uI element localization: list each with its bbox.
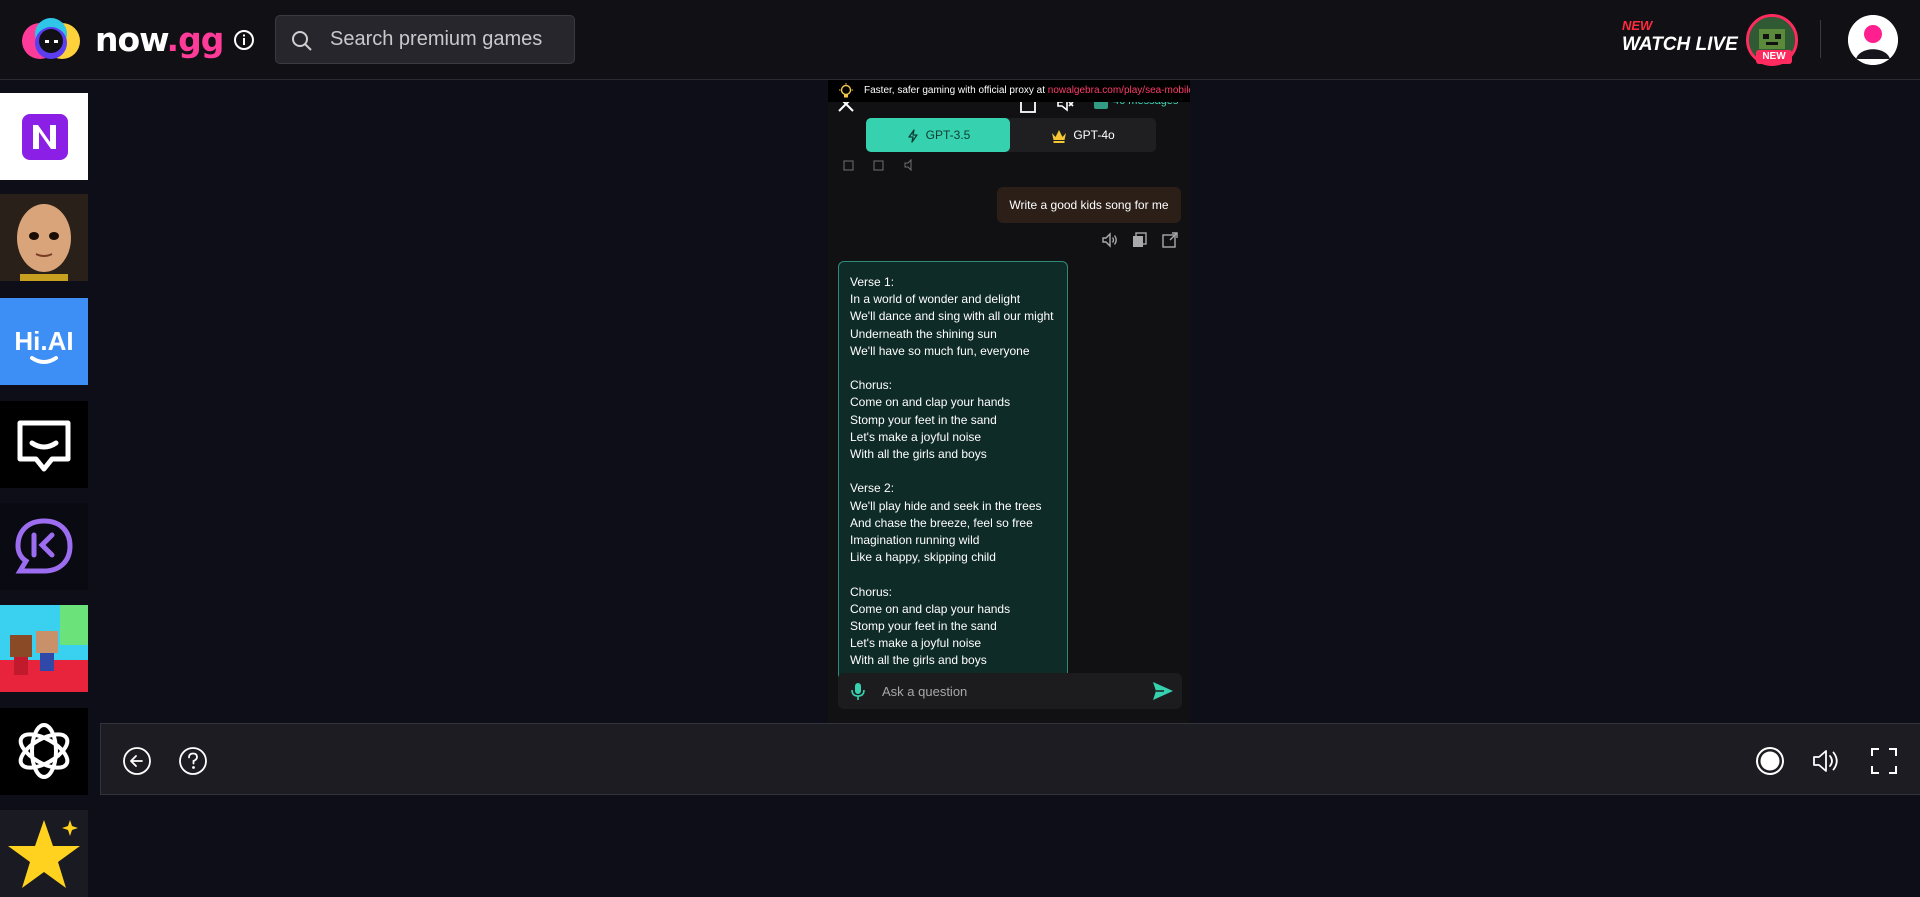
star-icon	[0, 810, 88, 897]
brand-gg: gg	[178, 20, 224, 59]
record-icon[interactable]	[1754, 745, 1786, 777]
assistant-message-text: Verse 1: In a world of wonder and deligh…	[850, 275, 1054, 668]
sidebar-item-star-app[interactable]	[0, 810, 88, 897]
assistant-message-bubble: Verse 1: In a world of wonder and deligh…	[838, 261, 1068, 681]
nowgg-logo-icon[interactable]	[20, 17, 82, 63]
sidebar-item-chatgpt[interactable]	[0, 708, 88, 795]
proxy-text-label: Faster, safer gaming with official proxy…	[864, 85, 1046, 96]
model-gpt4o-label: GPT-4o	[1073, 128, 1115, 142]
brand-dot: .	[166, 20, 180, 59]
game-control-bar	[100, 723, 1920, 795]
sidebar-item-bald-doll[interactable]	[0, 194, 88, 281]
hi-ai-icon: Hi.AI	[0, 298, 88, 385]
letter-n-icon	[0, 93, 88, 180]
search-input[interactable]	[330, 24, 562, 55]
sidebar-item-block-craft[interactable]	[0, 605, 88, 692]
sidebar-item-talkie[interactable]	[0, 503, 88, 590]
header-divider	[1820, 20, 1821, 58]
proxy-text: Faster, safer gaming with official proxy…	[864, 80, 1190, 102]
crown-icon	[1052, 129, 1067, 143]
speaker-icon[interactable]	[1101, 231, 1119, 249]
volume-icon[interactable]	[1810, 745, 1842, 777]
microphone-icon[interactable]	[848, 681, 868, 701]
watch-live-button[interactable]: NEW WATCH LIVE	[1622, 18, 1738, 58]
external-link-icon[interactable]	[1161, 231, 1179, 249]
back-icon[interactable]	[121, 745, 153, 777]
chat-bubble-icon	[0, 401, 88, 488]
user-message-bubble: Write a good kids song for me	[997, 187, 1181, 223]
search-icon	[292, 31, 312, 51]
previous-message-actions	[843, 159, 912, 171]
send-icon[interactable]	[1152, 681, 1174, 701]
user-profile-icon	[1848, 15, 1898, 65]
lightning-icon	[908, 129, 918, 143]
copy-icon[interactable]	[1131, 231, 1149, 249]
model-gpt4o-button[interactable]: GPT-4o	[1010, 118, 1156, 152]
brand-now: now	[95, 20, 168, 59]
help-icon[interactable]	[177, 745, 209, 777]
message-actions	[1101, 231, 1181, 249]
info-icon[interactable]	[232, 28, 256, 52]
ask-bar	[838, 673, 1182, 709]
talkie-icon	[0, 503, 88, 590]
game-frame[interactable]: 46 messages Faster, safer gaming with of…	[828, 80, 1190, 723]
model-switcher: GPT-3.5 GPT-4o	[866, 118, 1156, 152]
model-gpt35-label: GPT-3.5	[925, 128, 971, 142]
minecraft-icon	[0, 605, 88, 692]
sidebar-item-chat-app[interactable]	[0, 401, 88, 488]
fullscreen-icon[interactable]	[1868, 745, 1900, 777]
top-header: now.gg NEW WATCH LIVE NEW	[0, 0, 1920, 80]
model-gpt35-button[interactable]: GPT-3.5	[866, 118, 1010, 152]
lightbulb-icon	[839, 83, 853, 98]
game-sidebar: Hi.AI	[0, 80, 88, 897]
proxy-banner[interactable]: Faster, safer gaming with official proxy…	[828, 80, 1190, 102]
proxy-link[interactable]: nowalgebra.com/play/sea-mobile-l	[1048, 85, 1190, 96]
watch-live-label: WATCH LIVE	[1622, 34, 1738, 55]
search-box[interactable]	[275, 15, 575, 64]
sidebar-item-hi-ai[interactable]: Hi.AI	[0, 298, 88, 385]
openai-icon	[0, 708, 88, 795]
user-avatar[interactable]	[1848, 15, 1898, 65]
bald-doll-icon	[0, 194, 88, 281]
brand-wordmark[interactable]: now.gg	[95, 20, 224, 60]
watch-live-new-tag: NEW	[1622, 18, 1653, 33]
live-new-badge: NEW	[1756, 50, 1792, 64]
svg-text:Hi.AI: Hi.AI	[14, 326, 73, 356]
sidebar-item-n-app[interactable]	[0, 93, 88, 180]
ask-question-input[interactable]	[882, 679, 1132, 703]
